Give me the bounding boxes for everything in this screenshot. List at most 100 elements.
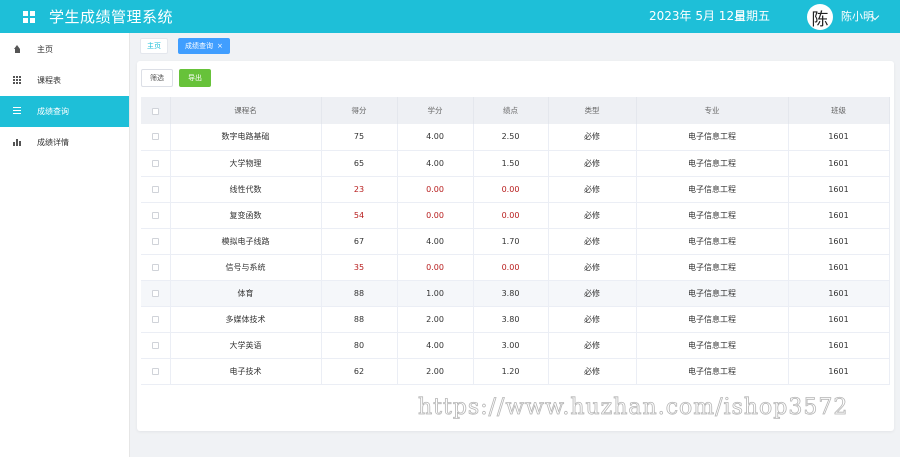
gpa-cell: 0.00	[473, 202, 549, 229]
gpa-cell: 3.80	[473, 280, 549, 307]
tab-home[interactable]: 主页	[140, 38, 168, 54]
score-cell: 62	[321, 358, 398, 385]
score-cell: 35	[321, 254, 398, 281]
class-cell: 1601	[788, 124, 890, 151]
column-header[interactable]: 得分	[321, 97, 398, 124]
major-cell: 电子信息工程	[636, 332, 789, 359]
major-cell: 电子信息工程	[636, 150, 789, 177]
grade-table: 课程名 得分 学分 绩点 类型 专业 班级 数字电路基础 75 4.00 2.5…	[141, 97, 890, 385]
column-header[interactable]: 类型	[548, 97, 637, 124]
credit-cell: 1.00	[397, 280, 474, 307]
row-checkbox[interactable]	[141, 306, 171, 333]
course-cell: 大学英语	[170, 332, 322, 359]
class-cell: 1601	[788, 358, 890, 385]
major-cell: 电子信息工程	[636, 176, 789, 203]
sidebar: 主页 课程表 成绩查询 成绩详情	[0, 33, 130, 457]
app-grid-icon	[23, 10, 35, 23]
sidebar-item-home[interactable]: 主页	[0, 34, 129, 65]
table-row[interactable]: 多媒体技术 88 2.00 3.80 必修 电子信息工程 1601	[141, 306, 890, 333]
score-cell: 88	[321, 280, 398, 307]
top-header: 学生成绩管理系统 2023年 5月 12日 星期五 陈 陈小明	[0, 0, 900, 33]
column-header[interactable]: 班级	[788, 97, 890, 124]
course-cell: 复变函数	[170, 202, 322, 229]
current-weekday: 星期五	[734, 9, 771, 23]
course-cell: 线性代数	[170, 176, 322, 203]
row-checkbox[interactable]	[141, 254, 171, 281]
column-header[interactable]: 专业	[636, 97, 789, 124]
row-checkbox[interactable]	[141, 228, 171, 255]
sidebar-item-schedule[interactable]: 课程表	[0, 65, 129, 96]
tab-bar: 主页 成绩查询 ×	[131, 33, 900, 60]
filter-button[interactable]: 筛选	[141, 69, 173, 87]
class-cell: 1601	[788, 280, 890, 307]
major-cell: 电子信息工程	[636, 228, 789, 255]
score-cell: 75	[321, 124, 398, 151]
row-checkbox[interactable]	[141, 332, 171, 359]
course-cell: 电子技术	[170, 358, 322, 385]
sidebar-item-grade-query[interactable]: 成绩查询	[0, 96, 129, 127]
sidebar-item-label: 成绩详情	[37, 138, 69, 147]
course-cell: 模拟电子线路	[170, 228, 322, 255]
column-header[interactable]: 课程名	[170, 97, 322, 124]
column-header[interactable]: 学分	[397, 97, 474, 124]
table-row[interactable]: 复变函数 54 0.00 0.00 必修 电子信息工程 1601	[141, 202, 890, 229]
table-row[interactable]: 线性代数 23 0.00 0.00 必修 电子信息工程 1601	[141, 176, 890, 203]
type-cell: 必修	[548, 332, 637, 359]
score-cell: 80	[321, 332, 398, 359]
watermark-text: https://www.huzhan.com/ishop3572	[418, 395, 849, 421]
table-row[interactable]: 模拟电子线路 67 4.00 1.70 必修 电子信息工程 1601	[141, 228, 890, 255]
score-cell: 88	[321, 306, 398, 333]
major-cell: 电子信息工程	[636, 124, 789, 151]
table-header-row: 课程名 得分 学分 绩点 类型 专业 班级	[141, 97, 890, 124]
row-checkbox[interactable]	[141, 150, 171, 177]
tab-label: 主页	[147, 42, 161, 50]
class-cell: 1601	[788, 176, 890, 203]
major-cell: 电子信息工程	[636, 254, 789, 281]
class-cell: 1601	[788, 254, 890, 281]
course-cell: 信号与系统	[170, 254, 322, 281]
credit-cell: 0.00	[397, 202, 474, 229]
type-cell: 必修	[548, 280, 637, 307]
major-cell: 电子信息工程	[636, 358, 789, 385]
export-button[interactable]: 导出	[179, 69, 211, 87]
row-checkbox[interactable]	[141, 358, 171, 385]
sidebar-item-label: 课程表	[37, 76, 61, 85]
tab-grade-query[interactable]: 成绩查询 ×	[178, 38, 230, 54]
gpa-cell: 1.50	[473, 150, 549, 177]
row-checkbox[interactable]	[141, 280, 171, 307]
type-cell: 必修	[548, 202, 637, 229]
table-row[interactable]: 电子技术 62 2.00 1.20 必修 电子信息工程 1601	[141, 358, 890, 385]
type-cell: 必修	[548, 176, 637, 203]
column-header[interactable]: 绩点	[473, 97, 549, 124]
list-icon	[13, 107, 22, 116]
class-cell: 1601	[788, 150, 890, 177]
username[interactable]: 陈小明	[841, 0, 874, 33]
credit-cell: 4.00	[397, 332, 474, 359]
row-checkbox[interactable]	[141, 124, 171, 151]
select-all-checkbox[interactable]	[141, 97, 171, 124]
type-cell: 必修	[548, 358, 637, 385]
grid-icon	[13, 76, 22, 85]
table-row[interactable]: 信号与系统 35 0.00 0.00 必修 电子信息工程 1601	[141, 254, 890, 281]
gpa-cell: 3.00	[473, 332, 549, 359]
sidebar-item-grade-details[interactable]: 成绩详情	[0, 127, 129, 158]
row-checkbox[interactable]	[141, 176, 171, 203]
major-cell: 电子信息工程	[636, 202, 789, 229]
bar-chart-icon	[13, 138, 22, 147]
table-row[interactable]: 体育 88 1.00 3.80 必修 电子信息工程 1601	[141, 280, 890, 307]
credit-cell: 0.00	[397, 176, 474, 203]
type-cell: 必修	[548, 150, 637, 177]
sidebar-item-label: 成绩查询	[37, 107, 69, 116]
table-row[interactable]: 数字电路基础 75 4.00 2.50 必修 电子信息工程 1601	[141, 124, 890, 151]
close-icon[interactable]: ×	[217, 42, 223, 50]
table-row[interactable]: 大学物理 65 4.00 1.50 必修 电子信息工程 1601	[141, 150, 890, 177]
credit-cell: 4.00	[397, 228, 474, 255]
avatar[interactable]: 陈	[807, 4, 833, 30]
course-cell: 数字电路基础	[170, 124, 322, 151]
score-cell: 65	[321, 150, 398, 177]
course-cell: 多媒体技术	[170, 306, 322, 333]
row-checkbox[interactable]	[141, 202, 171, 229]
credit-cell: 0.00	[397, 254, 474, 281]
score-cell: 67	[321, 228, 398, 255]
table-row[interactable]: 大学英语 80 4.00 3.00 必修 电子信息工程 1601	[141, 332, 890, 359]
